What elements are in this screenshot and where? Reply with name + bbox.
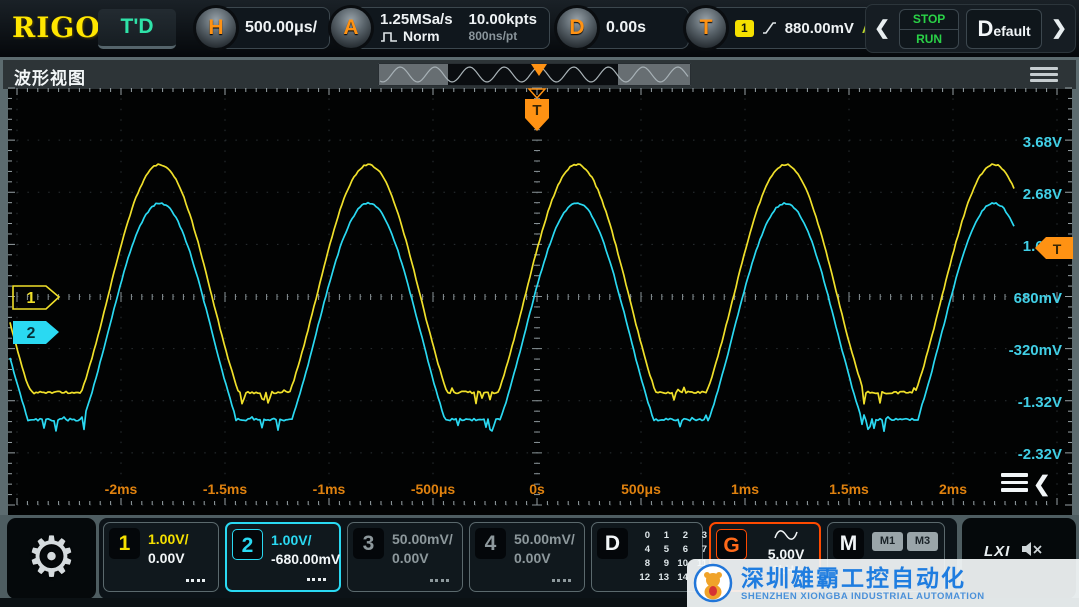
digital-channel-number: 8 bbox=[644, 558, 650, 569]
digital-channel-number: 9 bbox=[663, 558, 669, 569]
sine-wave-icon bbox=[774, 530, 798, 540]
pulse-icon bbox=[381, 31, 397, 42]
sample-resolution: 800ns/pt bbox=[468, 29, 518, 43]
channel3-scale: 50.00mV/ bbox=[392, 531, 453, 547]
rising-edge-icon bbox=[762, 22, 776, 34]
digital-badge: D bbox=[597, 528, 628, 559]
lxi-label: LXI bbox=[984, 543, 1011, 560]
channel4-coupling-icon bbox=[552, 579, 571, 582]
horizontal-group: H 500.00μs/ bbox=[196, 7, 331, 49]
digital-channel-number: 2 bbox=[682, 530, 688, 541]
channel1-block[interactable]: 1 1.00V/ 0.00V bbox=[103, 522, 219, 592]
sample-rate: 1.25MSa/s bbox=[380, 11, 453, 28]
trigger-level: 880.00mV bbox=[784, 19, 854, 37]
channel4-offset: 0.00V bbox=[514, 550, 551, 566]
run-label: RUN bbox=[916, 31, 943, 46]
oscilloscope-screen: RIGOL T'D H 500.00μs/ A 1.25MSa/s Norm 1… bbox=[0, 0, 1079, 607]
channel3-coupling-icon bbox=[430, 579, 449, 582]
delay-knob[interactable]: D bbox=[557, 8, 597, 48]
acquire-knob[interactable]: A bbox=[331, 8, 371, 48]
memory-depth: 10.00kpts bbox=[468, 11, 537, 28]
trigger-group: T 1 880.00mV A bbox=[686, 7, 886, 49]
channel4-block[interactable]: 4 50.00mV/ 0.00V bbox=[469, 522, 585, 592]
trigger-source-badge: 1 bbox=[735, 19, 754, 37]
stop-label: STOP bbox=[900, 10, 959, 30]
acquisition-group: A 1.25MSa/s Norm 10.00kpts 800ns/pt bbox=[331, 7, 550, 49]
channel1-scale: 1.00V/ bbox=[148, 531, 189, 547]
channel4-scale: 50.00mV/ bbox=[514, 531, 575, 547]
math3-button[interactable]: M3 bbox=[907, 532, 938, 551]
digital-channel-number: 0 bbox=[644, 530, 650, 541]
horizontal-knob[interactable]: H bbox=[196, 8, 236, 48]
channel2-coupling-icon bbox=[307, 578, 326, 581]
top-status-bar: RIGOL T'D H 500.00μs/ A 1.25MSa/s Norm 1… bbox=[0, 0, 1079, 57]
default-button[interactable]: Default bbox=[966, 8, 1043, 49]
channel1-coupling-icon bbox=[186, 579, 205, 582]
timebase-overview-strip[interactable] bbox=[378, 63, 691, 86]
digital-channel-number: 12 bbox=[639, 572, 650, 583]
gear-icon: ⚙ bbox=[26, 525, 77, 588]
watermark: 深圳雄霸工控自动化 SHENZHEN XIONGBA INDUSTRIAL AU… bbox=[687, 559, 1079, 607]
watermark-line1: 深圳雄霸工控自动化 bbox=[741, 564, 966, 591]
speaker-muted-icon[interactable] bbox=[1020, 540, 1044, 558]
channel2-block[interactable]: 2 1.00V/ -680.00mV bbox=[225, 522, 341, 592]
math1-button[interactable]: M1 bbox=[872, 532, 903, 551]
channel3-offset: 0.00V bbox=[392, 550, 429, 566]
trigger-status-button[interactable]: T'D bbox=[98, 9, 176, 49]
watermark-line2: SHENZHEN XIONGBA INDUSTRIAL AUTOMATION bbox=[741, 590, 985, 602]
math-badge: M bbox=[833, 528, 864, 559]
digital-channel-number: 4 bbox=[644, 544, 650, 555]
chevron-left-icon[interactable]: ❮ bbox=[872, 9, 892, 49]
menu-icon[interactable] bbox=[1030, 67, 1058, 85]
waveform-view-header: 波形视图 bbox=[3, 60, 1076, 89]
timebase-value: 500.00μs/ bbox=[245, 19, 318, 36]
digital-channel-number: 7 bbox=[701, 544, 707, 555]
waveform-view-title: 波形视图 bbox=[14, 69, 86, 88]
generator-badge: G bbox=[716, 529, 747, 560]
digital-channel-number: 1 bbox=[663, 530, 669, 541]
acquire-mode: Norm bbox=[403, 28, 440, 44]
menu-collapse-icon[interactable]: ❮ bbox=[1001, 472, 1051, 497]
watermark-logo-icon bbox=[693, 563, 733, 603]
channel2-scale: 1.00V/ bbox=[271, 532, 312, 548]
default-rest: efault bbox=[993, 22, 1031, 39]
stop-run-button[interactable]: STOP RUN bbox=[899, 8, 960, 49]
digital-channel-number: 5 bbox=[663, 544, 669, 555]
top-right-controls: ❮ STOP RUN Default ❯ bbox=[865, 4, 1076, 53]
channel1-offset: 0.00V bbox=[148, 550, 185, 566]
trigger-panel[interactable]: 1 880.00mV A bbox=[708, 7, 886, 49]
chevron-right-icon[interactable]: ❯ bbox=[1049, 9, 1069, 49]
channel3-block[interactable]: 3 50.00mV/ 0.00V bbox=[347, 522, 463, 592]
screen-bezel: 波形视图 bbox=[0, 57, 1079, 562]
trigger-knob[interactable]: T bbox=[686, 8, 726, 48]
channel2-offset: -680.00mV bbox=[271, 551, 341, 567]
channel2-badge: 2 bbox=[232, 529, 263, 560]
channel3-badge: 3 bbox=[353, 528, 384, 559]
channel4-badge: 4 bbox=[475, 528, 506, 559]
default-cap: D bbox=[977, 15, 994, 41]
delay-value: 0.00s bbox=[606, 19, 647, 36]
digital-channel-number: 6 bbox=[682, 544, 688, 555]
waveform-grid[interactable] bbox=[8, 88, 1072, 505]
acquisition-panel[interactable]: 1.25MSa/s Norm 10.00kpts 800ns/pt bbox=[353, 7, 550, 49]
digital-channel-number: 3 bbox=[701, 530, 707, 541]
delay-group: D 0.00s bbox=[557, 7, 689, 49]
settings-gear-button[interactable]: ⚙ bbox=[7, 518, 96, 599]
digital-channel-number: 13 bbox=[658, 572, 669, 583]
channel1-badge: 1 bbox=[109, 528, 140, 559]
